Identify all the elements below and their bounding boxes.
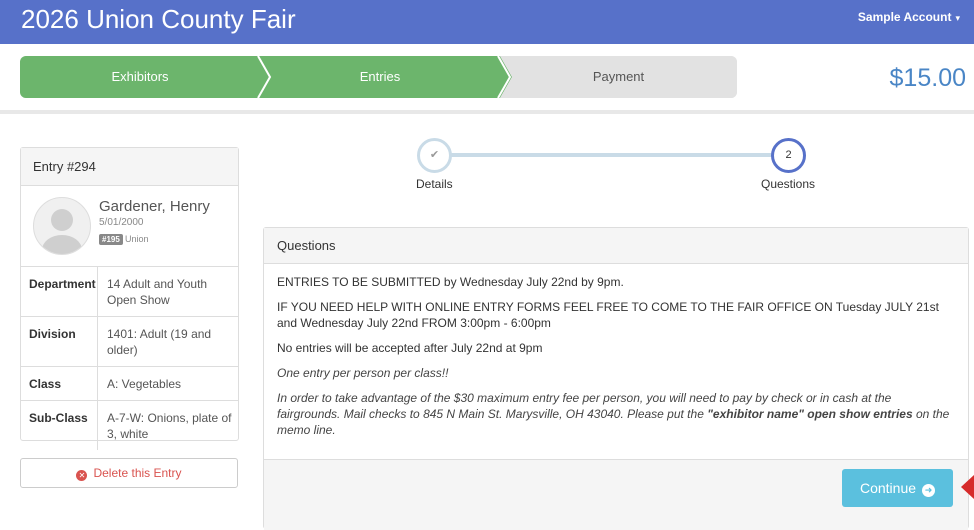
app-title[interactable]: 2026 Union County Fair <box>21 3 296 35</box>
exhibitor-dob: 5/01/2000 <box>99 217 144 228</box>
detail-label: Sub-Class <box>21 401 98 450</box>
account-menu[interactable]: Sample Account ▾ <box>858 10 960 24</box>
detail-label: Department <box>21 267 98 316</box>
step-separator-icon <box>488 56 512 98</box>
wizard-step-details[interactable]: ✔ <box>417 138 452 173</box>
entry-panel: Entry #294 Gardener, Henry 5/01/2000 #19… <box>20 147 239 450</box>
questions-footer: Continue ➜ <box>264 459 968 530</box>
exhibitor-card: Gardener, Henry 5/01/2000 #195 Union <box>21 186 238 267</box>
wizard-step-questions[interactable]: 2 <box>771 138 806 173</box>
detail-value: 1401: Adult (19 and older) <box>107 327 212 357</box>
wizard-label-details: Details <box>416 177 453 191</box>
detail-row-department: Department 14 Adult and Youth Open Show <box>21 267 238 317</box>
delete-entry-button[interactable]: ✕ Delete this Entry <box>20 458 238 488</box>
entry-title: Entry #294 <box>21 148 238 186</box>
continue-label: Continue <box>859 480 917 496</box>
wizard-connector <box>450 153 772 157</box>
times-circle-icon: ✕ <box>76 470 88 481</box>
notice-payment: In order to take advantage of the $30 ma… <box>277 390 956 438</box>
notice-help: IF YOU NEED HELP WITH ONLINE ENTRY FORMS… <box>277 300 939 330</box>
detail-row-class: Class A: Vegetables <box>21 367 238 401</box>
account-label: Sample Account <box>857 10 952 24</box>
wizard-label-questions: Questions <box>761 177 816 191</box>
arrow-circle-right-icon: ➜ <box>922 484 936 497</box>
detail-label: Class <box>21 367 98 400</box>
step-payment[interactable]: Payment <box>500 56 737 98</box>
notice-limit: One entry per person per class!! <box>277 366 449 380</box>
pointer-arrow-icon <box>961 475 974 499</box>
detail-value: A: Vegetables <box>107 377 182 391</box>
continue-button[interactable]: Continue ➜ <box>842 469 953 507</box>
detail-value: A-7-W: Onions, plate of 3, white <box>107 411 232 441</box>
detail-row-subclass: Sub-Class A-7-W: Onions, plate of 3, whi… <box>21 401 238 450</box>
questions-body: ENTRIES TO BE SUBMITTED by Wednesday Jul… <box>264 264 968 438</box>
caret-down-icon: ▾ <box>955 13 960 23</box>
exhibitor-county: Union <box>125 234 149 244</box>
notice-payment-bold: "exhibitor name" open show entries <box>707 407 913 421</box>
notice-late: No entries will be accepted after July 2… <box>277 341 543 355</box>
progress-bar-area: Exhibitors Entries Payment $15.00 <box>0 44 974 114</box>
exhibitor-name: Gardener, Henry <box>99 198 210 215</box>
questions-panel: Questions ENTRIES TO BE SUBMITTED by Wed… <box>263 227 969 530</box>
exhibitor-number-badge: #195 <box>99 234 123 245</box>
step-exhibitors[interactable]: Exhibitors <box>20 56 260 98</box>
avatar <box>33 197 91 255</box>
top-navbar: 2026 Union County Fair Sample Account ▾ <box>0 0 974 44</box>
detail-value: 14 Adult and Youth Open Show <box>107 277 208 307</box>
notice-deadline: ENTRIES TO BE SUBMITTED by Wednesday Jul… <box>277 275 624 289</box>
progress-steps: Exhibitors Entries Payment <box>20 56 737 98</box>
step-separator-icon <box>248 56 272 98</box>
detail-row-division: Division 1401: Adult (19 and older) <box>21 317 238 367</box>
detail-label: Division <box>21 317 98 366</box>
questions-title: Questions <box>264 228 968 264</box>
step-entries[interactable]: Entries <box>260 56 500 98</box>
user-silhouette-icon <box>42 209 82 254</box>
delete-entry-label: Delete this Entry <box>93 466 182 480</box>
cart-total[interactable]: $15.00 <box>890 64 966 93</box>
